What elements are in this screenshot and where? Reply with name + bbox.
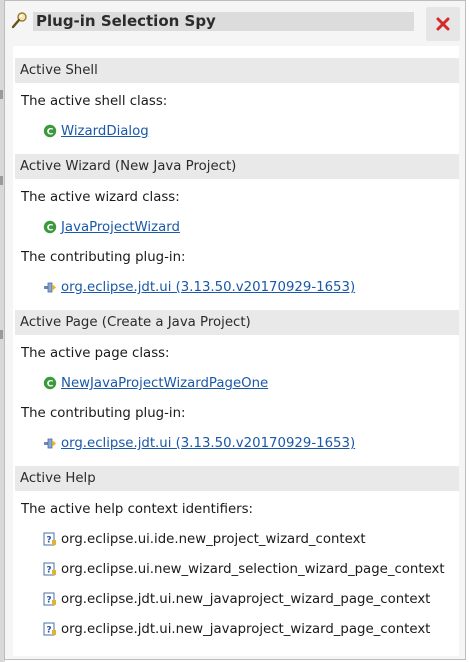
wizard-class-label: The active wizard class: (21, 190, 180, 205)
svg-text:C: C (47, 380, 54, 390)
svg-text:C: C (47, 128, 54, 138)
page-class-label: The active page class: (21, 346, 170, 361)
page-plugin-label: The contributing plug-in: (21, 406, 186, 421)
section-title: Active Help (20, 471, 96, 486)
help-context-label: The active help context identifiers: (21, 502, 253, 517)
plugin-icon (44, 282, 56, 293)
background-mark (0, 330, 3, 339)
wizard-class-link[interactable]: JavaProjectWizard (61, 219, 180, 237)
wizard-plugin-link[interactable]: org.eclipse.jdt.ui (3.13.50.v20170929-16… (61, 279, 355, 297)
section-title: Active Shell (20, 63, 98, 78)
close-button[interactable] (426, 7, 460, 41)
help-context-id: org.eclipse.ui.new_wizard_selection_wiza… (61, 562, 445, 577)
help-context-icon: ? (43, 592, 56, 606)
title-field: Plug-in Selection Spy (33, 12, 414, 31)
help-context-id: org.eclipse.ui.ide.new_project_wizard_co… (61, 532, 366, 547)
help-context-icon: ? (43, 562, 56, 576)
svg-text:?: ? (46, 626, 51, 636)
help-context-icon: ? (43, 622, 56, 636)
svg-text:C: C (47, 224, 54, 234)
svg-text:?: ? (46, 536, 51, 546)
section-title: Active Page (Create a Java Project) (20, 315, 251, 330)
section-title: Active Wizard (New Java Project) (20, 159, 237, 174)
plugin-icon (44, 438, 56, 449)
window-title: Plug-in Selection Spy (36, 12, 216, 30)
help-context-id: org.eclipse.jdt.ui.new_javaproject_wizar… (61, 592, 431, 607)
page-plugin-link[interactable]: org.eclipse.jdt.ui (3.13.50.v20170929-16… (61, 435, 355, 453)
close-icon (436, 17, 450, 31)
class-icon: C (43, 376, 57, 390)
title-bar: Plug-in Selection Spy (5, 1, 465, 44)
help-context-id: org.eclipse.jdt.ui.new_javaproject_wizar… (61, 622, 431, 637)
help-context-icon: ? (43, 532, 56, 546)
section-header-active-wizard: Active Wizard (New Java Project) (15, 154, 459, 179)
shell-class-label: The active shell class: (21, 94, 168, 109)
section-header-active-page: Active Page (Create a Java Project) (15, 310, 459, 335)
background-mark (0, 176, 3, 185)
page-class-link[interactable]: NewJavaProjectWizardPageOne (61, 375, 268, 393)
background-mark (0, 90, 3, 99)
wizard-plugin-label: The contributing plug-in: (21, 250, 186, 265)
section-header-active-shell: Active Shell (15, 58, 459, 83)
section-header-active-help: Active Help (15, 466, 459, 491)
spy-magnifier-icon (11, 12, 27, 29)
spy-content: Active Shell The active shell class: C W… (13, 46, 459, 656)
class-icon: C (43, 220, 57, 234)
selection-spy-popup: Plug-in Selection Spy Active Shell The a… (4, 0, 466, 660)
shell-class-link[interactable]: WizardDialog (61, 123, 149, 141)
class-icon: C (43, 124, 57, 138)
svg-text:?: ? (46, 596, 51, 606)
svg-text:?: ? (46, 566, 51, 576)
